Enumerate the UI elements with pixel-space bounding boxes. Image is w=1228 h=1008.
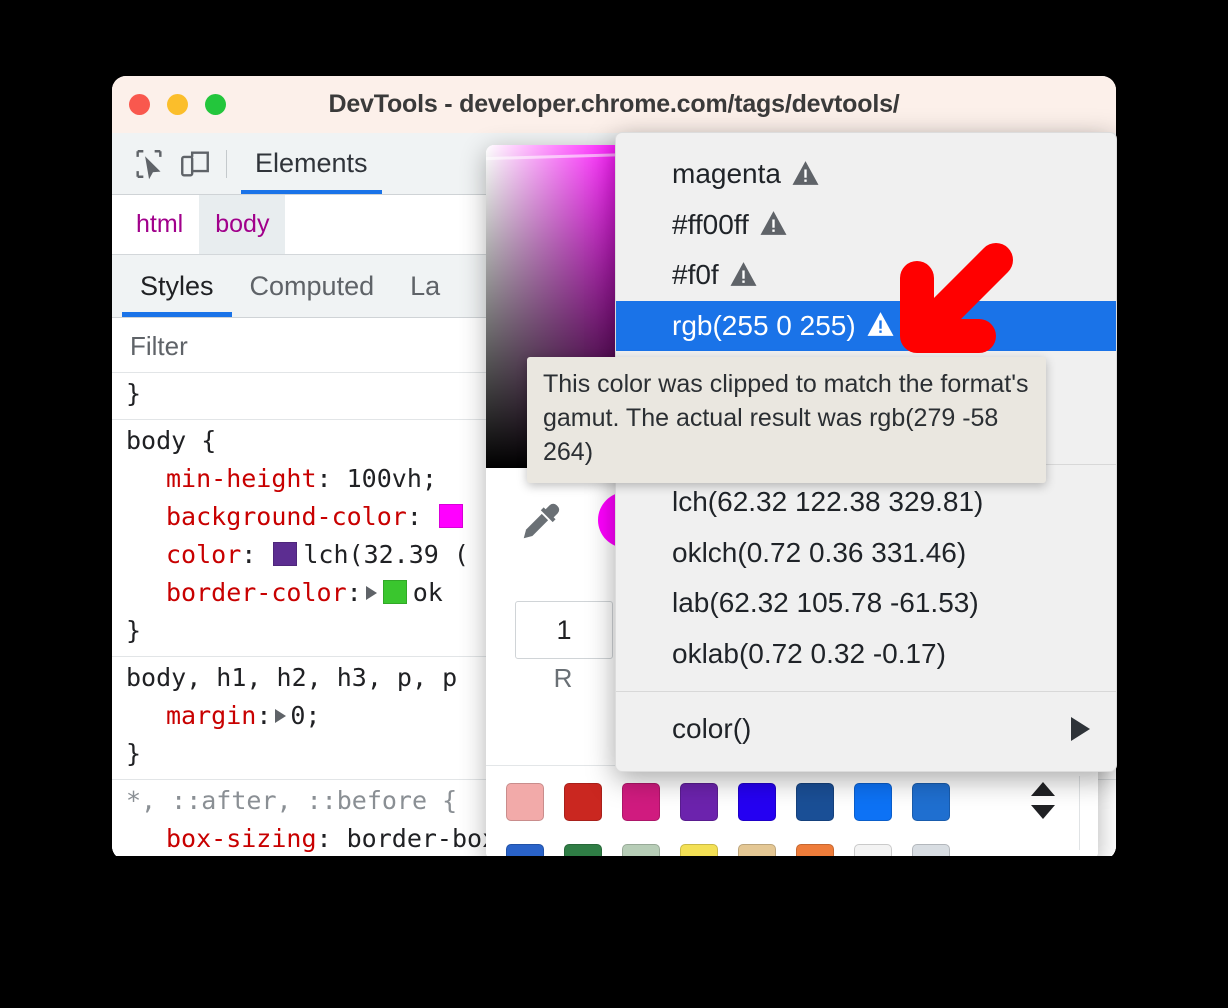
format-option-label: #ff00ff xyxy=(672,208,749,240)
css-property: color xyxy=(166,540,242,569)
tab-styles-label: Styles xyxy=(140,270,214,301)
format-option-label: magenta xyxy=(672,158,781,190)
styles-filter-input[interactable]: Filter xyxy=(130,331,188,362)
css-property: margin xyxy=(166,701,257,730)
format-option-label: color() xyxy=(672,713,752,745)
format-option-color-function[interactable]: color() xyxy=(616,704,1116,755)
tab-styles[interactable]: Styles xyxy=(122,255,232,317)
window-title: DevTools - developer.chrome.com/tags/dev… xyxy=(328,90,900,118)
tab-computed-label: Computed xyxy=(249,270,375,301)
format-option-label: rgb(255 0 255) xyxy=(672,309,856,341)
device-toolbar-icon[interactable] xyxy=(172,141,218,187)
warning-icon xyxy=(791,160,820,193)
warning-icon xyxy=(729,261,758,294)
tooltip-line-2: gamut. The actual result was rgb(279 -58… xyxy=(543,404,999,466)
format-option-oklch[interactable]: oklch(0.72 0.36 331.46) xyxy=(616,528,1116,579)
channel-input-r[interactable]: 1 xyxy=(515,601,613,659)
palette-row-1 xyxy=(506,783,950,821)
menu-divider xyxy=(616,691,1116,692)
tab-elements-label: Elements xyxy=(255,148,368,178)
color-palette[interactable] xyxy=(486,765,1098,860)
format-option-lch[interactable]: lch(62.32 122.38 329.81) xyxy=(616,477,1116,528)
color-picker-controls: 1 R xyxy=(486,468,654,766)
window-bottom-cutoff xyxy=(112,856,1116,864)
format-option-hex3[interactable]: #f0f xyxy=(616,250,1116,301)
tooltip-line-1: This color was clipped to match the form… xyxy=(543,370,1029,398)
toolbar-divider xyxy=(226,149,227,178)
expander-triangle-icon[interactable] xyxy=(275,709,287,723)
palette-divider xyxy=(1079,776,1080,850)
palette-swatch[interactable] xyxy=(796,783,834,821)
css-property: min-height xyxy=(166,464,317,493)
palette-swatch[interactable] xyxy=(854,783,892,821)
format-option-label: lch(62.32 122.38 329.81) xyxy=(672,486,984,518)
scroll-down-arrow-icon[interactable] xyxy=(1031,805,1055,819)
color-swatch-purple[interactable] xyxy=(273,542,298,566)
color-swatch-magenta[interactable] xyxy=(438,504,463,528)
format-option-magenta[interactable]: magenta xyxy=(616,149,1116,200)
palette-swatch[interactable] xyxy=(738,783,776,821)
breadcrumb-item-html[interactable]: html xyxy=(120,195,199,254)
tab-layout-label: La xyxy=(410,270,441,301)
window-titlebar: DevTools - developer.chrome.com/tags/dev… xyxy=(112,76,1116,133)
submenu-chevron-right-icon xyxy=(1071,717,1090,742)
format-option-rgb[interactable]: rgb(255 0 255) xyxy=(616,300,1116,351)
palette-swatch[interactable] xyxy=(506,783,544,821)
tab-layout[interactable]: La xyxy=(392,255,458,317)
warning-icon xyxy=(866,311,895,344)
breadcrumb-item-body[interactable]: body xyxy=(199,195,286,254)
format-option-lab[interactable]: lab(62.32 105.78 -61.53) xyxy=(616,578,1116,629)
screenshot-root: DevTools - developer.chrome.com/tags/dev… xyxy=(0,0,1228,1008)
palette-swatch[interactable] xyxy=(912,783,950,821)
palette-swatch[interactable] xyxy=(680,783,718,821)
channel-label-r: R xyxy=(553,663,573,693)
tab-elements[interactable]: Elements xyxy=(241,133,382,194)
color-swatch-green[interactable] xyxy=(382,580,407,604)
format-option-label: #f0f xyxy=(672,259,719,291)
css-value[interactable]: ok xyxy=(413,578,443,607)
palette-scroll-arrows[interactable] xyxy=(1026,782,1060,819)
eyedropper-icon[interactable] xyxy=(518,498,564,549)
expander-triangle-icon[interactable] xyxy=(365,586,377,600)
gamut-clip-tooltip: This color was clipped to match the form… xyxy=(527,357,1046,483)
css-selector-text: body, h1, h2, h3, p, p xyxy=(126,663,458,692)
palette-swatch[interactable] xyxy=(622,783,660,821)
warning-icon xyxy=(759,210,788,243)
css-property: background-color xyxy=(166,502,407,531)
inspect-element-icon[interactable] xyxy=(126,141,172,187)
css-value[interactable]: 0; xyxy=(290,701,320,730)
format-option-oklab[interactable]: oklab(0.72 0.32 -0.17) xyxy=(616,629,1116,680)
format-option-label: oklab(0.72 0.32 -0.17) xyxy=(672,637,946,669)
css-property: box-sizing xyxy=(166,824,317,853)
palette-swatch[interactable] xyxy=(564,783,602,821)
css-selector-text: *, ::after, ::before { xyxy=(126,786,458,815)
css-property: border-color xyxy=(166,578,347,607)
format-option-hex6[interactable]: #ff00ff xyxy=(616,200,1116,251)
scroll-up-arrow-icon[interactable] xyxy=(1031,782,1055,796)
css-value[interactable]: 100vh; xyxy=(347,464,437,493)
css-value[interactable]: lch(32.39 ( xyxy=(303,540,469,569)
format-option-label: oklch(0.72 0.36 331.46) xyxy=(672,536,967,568)
format-option-label: lab(62.32 105.78 -61.53) xyxy=(672,587,979,619)
tab-computed[interactable]: Computed xyxy=(232,255,393,317)
